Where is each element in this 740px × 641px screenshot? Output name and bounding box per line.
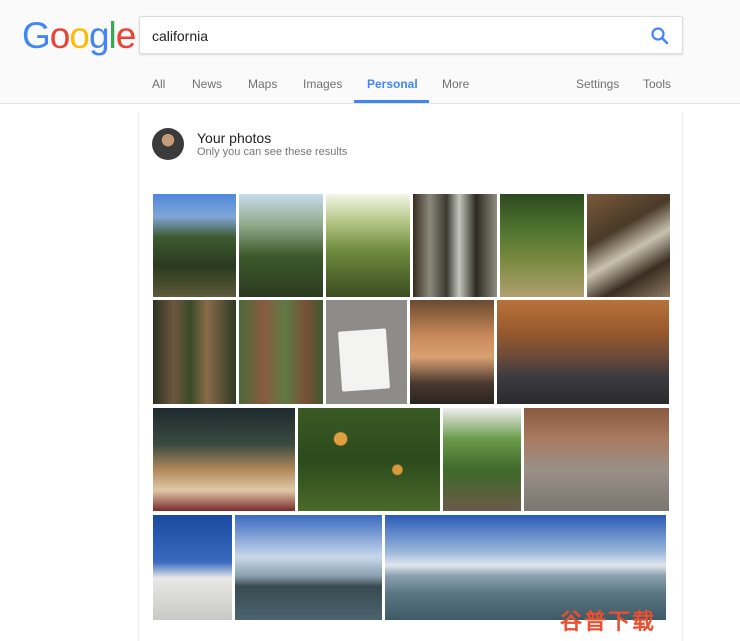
user-avatar[interactable] — [152, 128, 184, 160]
search-icon — [651, 27, 669, 45]
logo-letter: g — [88, 15, 110, 56]
white-card-photo[interactable] — [326, 300, 407, 404]
logo-letter: o — [49, 15, 71, 56]
orange-tree-photo[interactable] — [298, 408, 440, 511]
search-tabs: All News Maps Images Personal More Setti… — [0, 70, 740, 104]
tab-news[interactable]: News — [192, 70, 222, 104]
bay-pier-photo[interactable] — [235, 515, 382, 620]
patio-grill-photo[interactable] — [524, 408, 669, 511]
redwood-trunks-photo-2[interactable] — [239, 300, 323, 404]
logo-letter: o — [69, 15, 90, 56]
redwood-forest-photo-4[interactable] — [413, 194, 497, 297]
menorah-window-photo[interactable] — [153, 408, 295, 511]
redwood-trunks-photo-1[interactable] — [153, 300, 236, 404]
your-photos-subtitle: Only you can see these results — [197, 146, 348, 158]
person-hanging-tree-photo[interactable] — [587, 194, 670, 297]
your-photos-title[interactable]: Your photos — [197, 130, 271, 146]
watermark: 谷普下载 — [560, 610, 657, 635]
tab-all[interactable]: All — [152, 70, 165, 104]
search-input[interactable] — [152, 25, 622, 47]
logo-letter: e — [115, 15, 137, 56]
tab-settings[interactable]: Settings — [576, 70, 619, 104]
redwood-forest-photo-1[interactable] — [153, 194, 236, 297]
search-button[interactable] — [648, 24, 672, 48]
redwood-forest-photo-2[interactable] — [239, 194, 323, 297]
redwood-forest-photo-3[interactable] — [326, 194, 410, 297]
tab-personal[interactable]: Personal — [367, 70, 418, 104]
tab-more[interactable]: More — [442, 70, 469, 104]
logo-letter: G — [22, 15, 51, 56]
forest-trail-photo[interactable] — [500, 194, 584, 297]
white-card — [337, 328, 391, 392]
tab-tools[interactable]: Tools — [643, 70, 671, 104]
active-tab-indicator — [354, 100, 429, 103]
lab-workbench-photo[interactable] — [497, 300, 669, 404]
logo-letter: l — [108, 15, 117, 56]
search-box — [139, 16, 683, 54]
lemon-tree-photo[interactable] — [443, 408, 521, 511]
man-with-device-photo[interactable] — [410, 300, 494, 404]
header-bar: Google All News Maps Images Personal Mor… — [0, 0, 740, 104]
tab-maps[interactable]: Maps — [248, 70, 277, 104]
google-logo[interactable]: Google — [22, 14, 137, 58]
tab-images[interactable]: Images — [303, 70, 342, 104]
flags-building-photo[interactable] — [153, 515, 232, 620]
